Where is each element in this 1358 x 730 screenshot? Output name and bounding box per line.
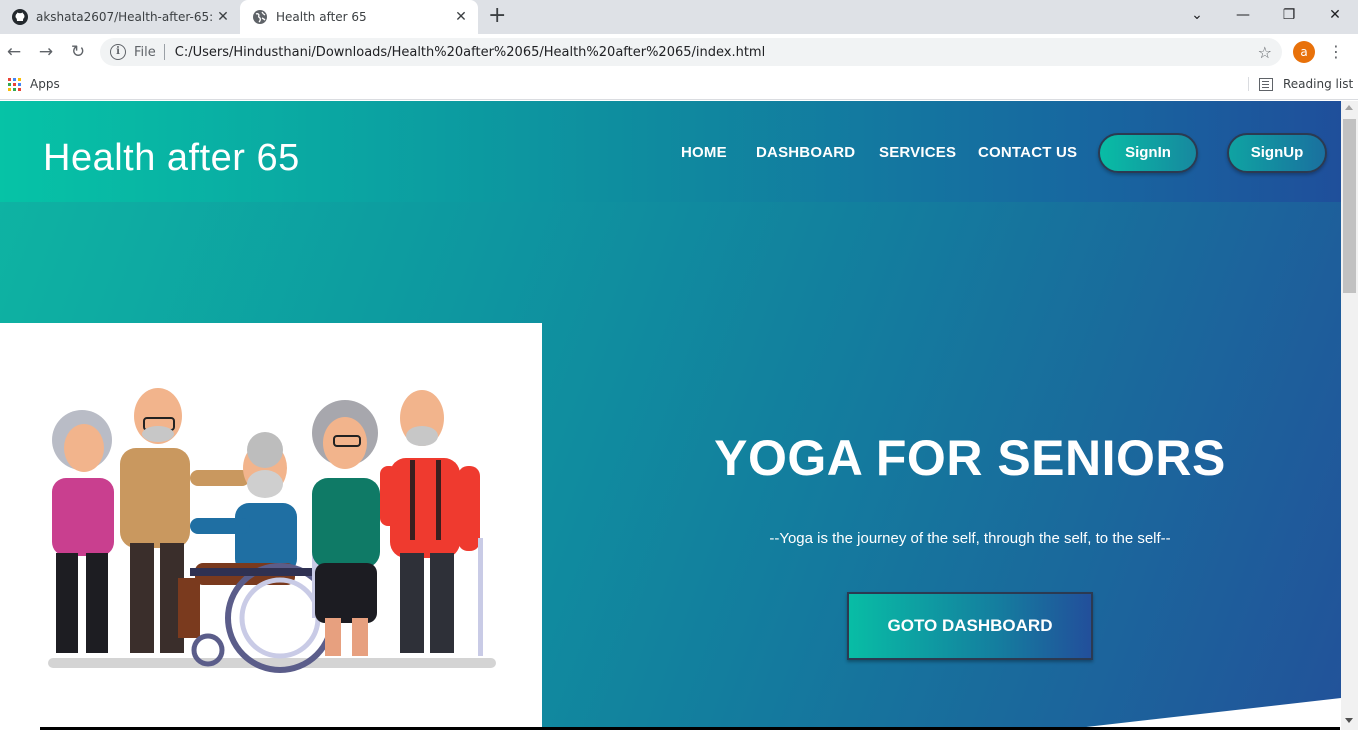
github-icon <box>12 9 28 25</box>
reading-list-icon <box>1259 77 1273 91</box>
scheme-label: File <box>134 44 156 60</box>
nav-home[interactable]: HOME <box>681 144 727 161</box>
new-tab-icon[interactable]: + <box>488 5 506 27</box>
nav-contact-us[interactable]: CONTACT US <box>978 144 1077 161</box>
info-icon[interactable]: i <box>110 44 126 60</box>
window-close-icon[interactable]: ✕ <box>1312 0 1358 30</box>
close-icon[interactable]: ✕ <box>212 9 234 25</box>
tab-search-chevron-icon[interactable]: ⌄ <box>1174 0 1220 30</box>
url-text[interactable]: C:/Users/Hindusthani/Downloads/Health%20… <box>175 45 1258 60</box>
reading-list-label: Reading list <box>1283 77 1354 91</box>
scroll-down-arrow-icon[interactable] <box>1345 718 1353 723</box>
bookmarks-bar: Apps Reading list <box>0 70 1358 100</box>
site-header: Health after 65 HOME DASHBOARD SERVICES … <box>0 101 1341 202</box>
scrollbar-thumb[interactable] <box>1343 119 1356 293</box>
minimize-icon[interactable]: — <box>1220 0 1266 30</box>
bookmark-star-icon[interactable]: ☆ <box>1258 43 1272 62</box>
address-bar[interactable]: i File C:/Users/Hindusthani/Downloads/He… <box>100 38 1282 66</box>
apps-label: Apps <box>30 77 60 91</box>
browser-toolbar: ← → ↻ i File C:/Users/Hindusthani/Downlo… <box>0 34 1358 70</box>
site-brand[interactable]: Health after 65 <box>43 137 300 180</box>
tab-title: Health after 65 <box>276 10 367 24</box>
hero-quote: --Yoga is the journey of the self, throu… <box>769 530 1171 547</box>
browser-tab-strip: akshata2607/Health-after-65: Thi ✕ Healt… <box>0 0 1358 34</box>
menu-dots-icon[interactable]: ⋮ <box>1328 40 1344 64</box>
reading-list-button[interactable]: Reading list <box>1248 77 1353 91</box>
goto-dashboard-button[interactable]: GOTO DASHBOARD <box>847 592 1093 660</box>
signup-button[interactable]: SignUp <box>1227 133 1327 173</box>
nav-services[interactable]: SERVICES <box>879 144 956 161</box>
restore-icon[interactable]: ❐ <box>1266 0 1312 30</box>
reload-icon[interactable]: ↻ <box>66 40 90 64</box>
section-divider-wedge <box>1060 698 1341 730</box>
back-icon[interactable]: ← <box>2 40 26 64</box>
profile-avatar[interactable]: a <box>1293 41 1315 63</box>
apps-grid-icon <box>8 77 21 91</box>
scroll-up-arrow-icon[interactable] <box>1345 105 1353 110</box>
browser-tab-active[interactable]: Health after 65 ✕ <box>240 0 478 34</box>
page-viewport: Health after 65 HOME DASHBOARD SERVICES … <box>0 101 1358 730</box>
forward-icon[interactable]: → <box>34 40 58 64</box>
signin-button[interactable]: SignIn <box>1098 133 1198 173</box>
close-icon[interactable]: ✕ <box>450 9 472 25</box>
tab-title: akshata2607/Health-after-65: Thi <box>36 10 212 24</box>
divider <box>163 44 165 60</box>
apps-shortcut[interactable]: Apps <box>8 77 60 91</box>
browser-tab-github[interactable]: akshata2607/Health-after-65: Thi ✕ <box>0 0 240 34</box>
globe-icon <box>252 9 268 25</box>
hero-title: YOGA FOR SENIORS <box>714 430 1226 486</box>
landing-page: Health after 65 HOME DASHBOARD SERVICES … <box>0 101 1341 730</box>
elderly-group-illustration <box>48 388 496 673</box>
vertical-scrollbar[interactable] <box>1341 101 1358 730</box>
hero-image-panel <box>0 323 542 730</box>
nav-dashboard[interactable]: DASHBOARD <box>756 144 855 161</box>
